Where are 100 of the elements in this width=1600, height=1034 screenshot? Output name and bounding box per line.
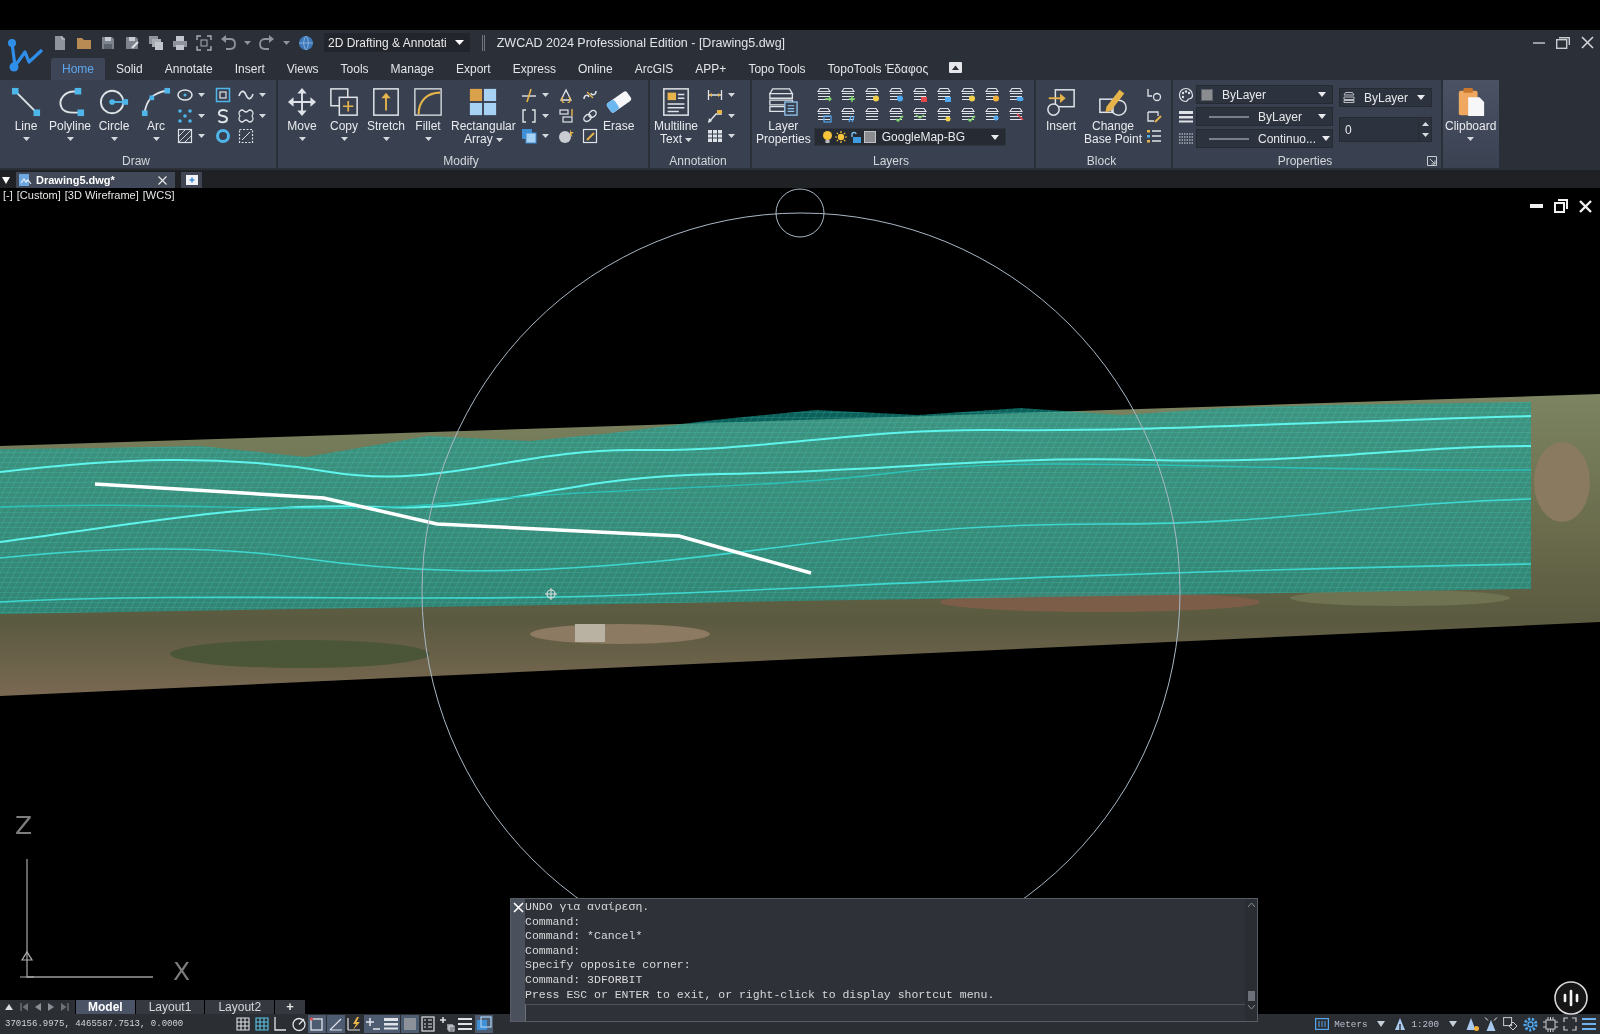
layer-dot-icon[interactable] bbox=[935, 107, 952, 123]
ribbon-tab[interactable]: Annotate bbox=[153, 58, 224, 80]
filled-square-icon[interactable] bbox=[400, 1015, 419, 1033]
caret-icon[interactable] bbox=[541, 134, 549, 138]
focus-square-icon[interactable] bbox=[196, 34, 212, 51]
layer-zigzag-icon[interactable] bbox=[911, 107, 928, 123]
new-tab-button[interactable] bbox=[181, 172, 202, 188]
burst-ball-icon[interactable] bbox=[558, 128, 575, 144]
layer-plus-icon[interactable] bbox=[839, 87, 856, 103]
ribbon-tab[interactable]: TopoTools Έδαφος bbox=[816, 58, 940, 80]
fillet-button[interactable]: Fillet bbox=[407, 80, 449, 141]
change-base-point-button[interactable]: Change Base Point bbox=[1082, 80, 1145, 146]
grid-icon[interactable] bbox=[234, 1015, 252, 1033]
restore-icon[interactable] bbox=[1554, 199, 1568, 213]
leader-arrow-icon[interactable] bbox=[707, 107, 723, 124]
shapes-icon[interactable] bbox=[1503, 1017, 1518, 1031]
close-icon[interactable] bbox=[158, 175, 167, 185]
ribbon-tab[interactable]: Manage bbox=[379, 58, 445, 80]
list-sheet-icon[interactable] bbox=[419, 1015, 437, 1033]
ribbon-tab[interactable]: Online bbox=[567, 58, 624, 80]
stretch-button[interactable]: Stretch bbox=[365, 80, 407, 141]
number-field[interactable]: 0 bbox=[1339, 117, 1432, 142]
ring-icon[interactable] bbox=[214, 128, 231, 144]
ribbon-tab[interactable]: Insert bbox=[223, 58, 276, 80]
triangle-arc-icon[interactable] bbox=[558, 87, 575, 103]
minimize-icon[interactable] bbox=[1533, 41, 1545, 44]
plus-squares-icon[interactable] bbox=[437, 1015, 456, 1033]
ribbon-tab[interactable]: APP+ bbox=[684, 58, 738, 80]
linetype-dropdown[interactable]: Continuo... bbox=[1196, 129, 1333, 148]
layer-properties-button[interactable]: Layer Properties bbox=[754, 80, 813, 146]
ribbon-tab[interactable]: Topo Tools bbox=[737, 58, 817, 80]
units-dropdown[interactable]: Meters bbox=[1334, 1018, 1386, 1030]
nested-squares-icon[interactable] bbox=[214, 87, 231, 103]
ribbon-tab[interactable]: Tools bbox=[329, 58, 380, 80]
layout-tab[interactable]: Layout1 bbox=[135, 1000, 205, 1014]
caret-icon[interactable] bbox=[259, 113, 267, 118]
annotation-scale-dropdown[interactable]: 1:200 bbox=[1411, 1018, 1457, 1030]
restore-icon[interactable] bbox=[1556, 36, 1570, 49]
style-dropdown[interactable]: ByLayer bbox=[1339, 88, 1432, 107]
lineweight-dropdown[interactable]: ByLayer bbox=[1196, 107, 1333, 126]
move-button[interactable]: Move bbox=[281, 80, 323, 141]
line-button[interactable]: Line bbox=[5, 80, 47, 141]
up-triangle-icon[interactable] bbox=[5, 1004, 13, 1010]
undo-icon[interactable] bbox=[220, 34, 236, 51]
layer-check-icon[interactable] bbox=[959, 107, 976, 123]
polar-circle-icon[interactable] bbox=[289, 1015, 308, 1033]
viewport-menu-link[interactable]: [3D Wireframe] bbox=[64, 189, 139, 201]
layer-check-icon[interactable] bbox=[887, 107, 904, 123]
triangle-icon[interactable] bbox=[1394, 1017, 1407, 1031]
fullscreen-icon[interactable] bbox=[1563, 1017, 1577, 1031]
layer-diamond-icon[interactable] bbox=[983, 107, 1000, 123]
save-as-icon[interactable] bbox=[124, 34, 140, 51]
caret-icon[interactable] bbox=[728, 113, 735, 118]
new-file-icon[interactable] bbox=[52, 34, 68, 51]
layer-square-icon[interactable] bbox=[911, 87, 928, 103]
document-tab[interactable]: Drawing5.dwg* bbox=[16, 172, 175, 188]
align-bars-icon[interactable] bbox=[558, 107, 575, 124]
caret-icon[interactable] bbox=[2, 176, 10, 184]
layer-dot-icon[interactable] bbox=[887, 87, 904, 103]
caret-icon[interactable] bbox=[541, 113, 549, 118]
ribbon-tab[interactable]: Express bbox=[501, 58, 567, 80]
dots-icon[interactable] bbox=[177, 107, 194, 124]
stacked-squares-icon[interactable] bbox=[474, 1015, 493, 1033]
arc-button[interactable]: Arc bbox=[135, 80, 178, 141]
viewport-menu-link[interactable]: [-] bbox=[3, 189, 13, 201]
last-tab-icon[interactable] bbox=[61, 1003, 69, 1011]
spin-up-icon[interactable] bbox=[1421, 121, 1429, 126]
previous-tab-icon[interactable] bbox=[35, 1003, 41, 1011]
sound-bars-icon[interactable] bbox=[1554, 981, 1588, 1015]
plus-underline-icon[interactable] bbox=[363, 1015, 382, 1033]
windows-icon[interactable] bbox=[148, 34, 164, 51]
layer-oval-icon[interactable] bbox=[1007, 87, 1024, 103]
command-input-field[interactable] bbox=[525, 1004, 1245, 1021]
menu-lines-icon[interactable] bbox=[456, 1015, 474, 1033]
layer-arrow-icon[interactable] bbox=[815, 87, 832, 103]
ribbon-tab[interactable]: Views bbox=[275, 58, 330, 80]
layer-square-icon[interactable] bbox=[935, 87, 952, 103]
redo-icon[interactable] bbox=[259, 34, 275, 51]
layer-dot-icon[interactable] bbox=[983, 87, 1000, 103]
caret-icon[interactable] bbox=[541, 93, 549, 97]
thick-lines-icon[interactable] bbox=[382, 1015, 400, 1033]
layout-tab[interactable]: Layout2 bbox=[205, 1000, 275, 1014]
chain-link-icon[interactable] bbox=[581, 107, 598, 124]
ribbon-tab[interactable]: Solid bbox=[105, 58, 154, 80]
spin-down-icon[interactable] bbox=[1421, 133, 1429, 138]
scrollbar-thumb[interactable] bbox=[1247, 991, 1255, 1001]
caret-icon[interactable] bbox=[259, 93, 267, 97]
palette-icon[interactable] bbox=[1178, 86, 1194, 103]
layer-dropdown[interactable]: GoogleMap-BG bbox=[813, 128, 1006, 146]
layer-stack-icon[interactable] bbox=[863, 107, 880, 123]
bars-box-icon[interactable] bbox=[1315, 1018, 1330, 1030]
angle-bolt-icon[interactable] bbox=[345, 1015, 363, 1033]
close-icon[interactable] bbox=[1581, 36, 1594, 49]
orbit-grip-circle[interactable] bbox=[775, 188, 825, 238]
dashed-square-icon[interactable] bbox=[238, 128, 255, 144]
stacked-squares-icon[interactable] bbox=[520, 128, 537, 144]
dialog-launcher-icon[interactable] bbox=[1427, 156, 1437, 166]
snap-grid-icon[interactable] bbox=[252, 1015, 271, 1033]
angle-icon[interactable] bbox=[326, 1015, 345, 1033]
viewport-menu-link[interactable]: [Custom] bbox=[16, 189, 61, 201]
